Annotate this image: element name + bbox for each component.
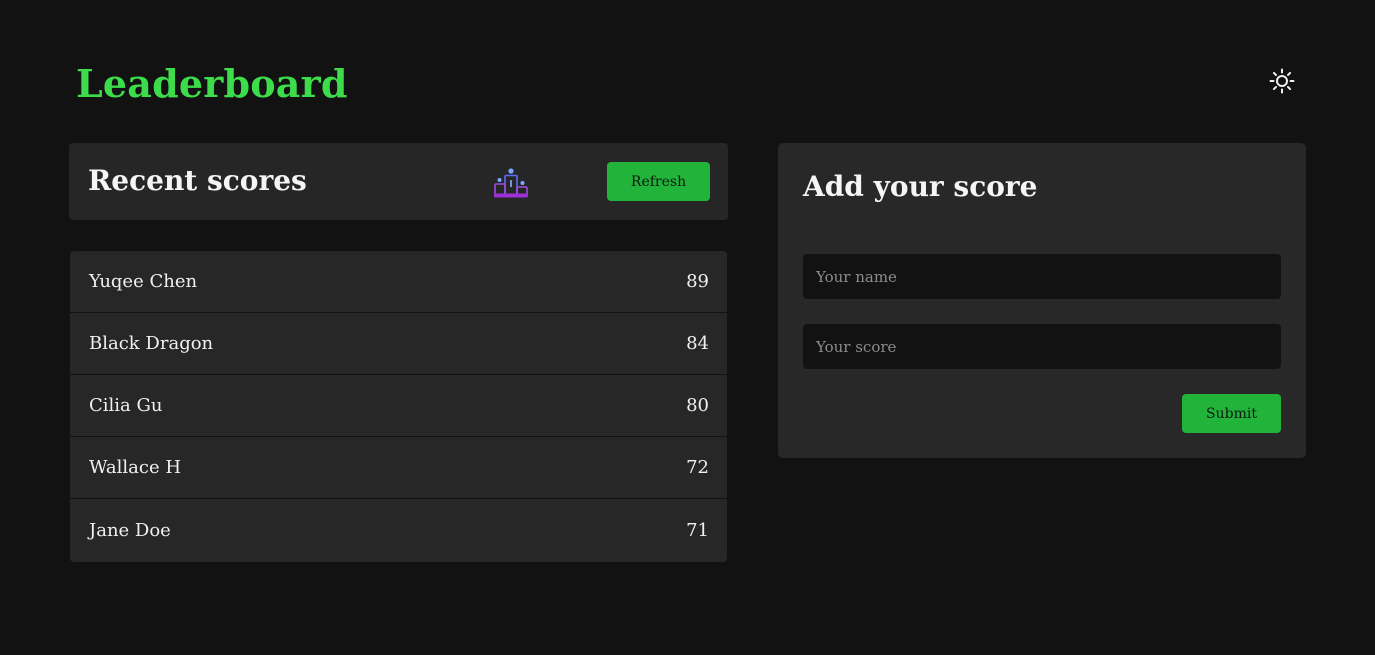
sun-icon [1269, 68, 1295, 94]
player-name: Jane Doe [89, 520, 171, 541]
player-score: 80 [686, 395, 709, 416]
player-name: Cilia Gu [89, 395, 163, 416]
list-item: Cilia Gu 80 [70, 375, 727, 437]
player-name: Yuqee Chen [89, 271, 198, 292]
add-score-title: Add your score [803, 170, 1038, 203]
player-name: Black Dragon [89, 333, 214, 354]
recent-scores-header: Recent scores Refresh [69, 143, 728, 220]
name-input[interactable] [803, 254, 1281, 299]
score-input[interactable] [803, 324, 1281, 369]
list-item: Wallace H 72 [70, 437, 727, 499]
score-list: Yuqee Chen 89 Black Dragon 84 Cilia Gu 8… [70, 251, 727, 562]
submit-button[interactable]: Submit [1182, 394, 1281, 433]
recent-scores-title: Recent scores [88, 164, 307, 197]
add-score-form: Add your score Submit [778, 143, 1306, 458]
list-item: Yuqee Chen 89 [70, 251, 727, 313]
app-root: Leaderboard Recent scores Refresh Yuqee … [0, 0, 1375, 655]
player-score: 72 [686, 457, 709, 478]
theme-toggle-button[interactable] [1266, 65, 1298, 97]
refresh-button[interactable]: Refresh [607, 162, 710, 201]
page-title: Leaderboard [76, 61, 348, 106]
player-name: Wallace H [89, 457, 182, 478]
player-score: 84 [686, 333, 709, 354]
player-score: 89 [686, 271, 709, 292]
list-item: Jane Doe 71 [70, 499, 727, 562]
podium-icon [494, 168, 528, 198]
player-score: 71 [686, 520, 709, 541]
list-item: Black Dragon 84 [70, 313, 727, 375]
